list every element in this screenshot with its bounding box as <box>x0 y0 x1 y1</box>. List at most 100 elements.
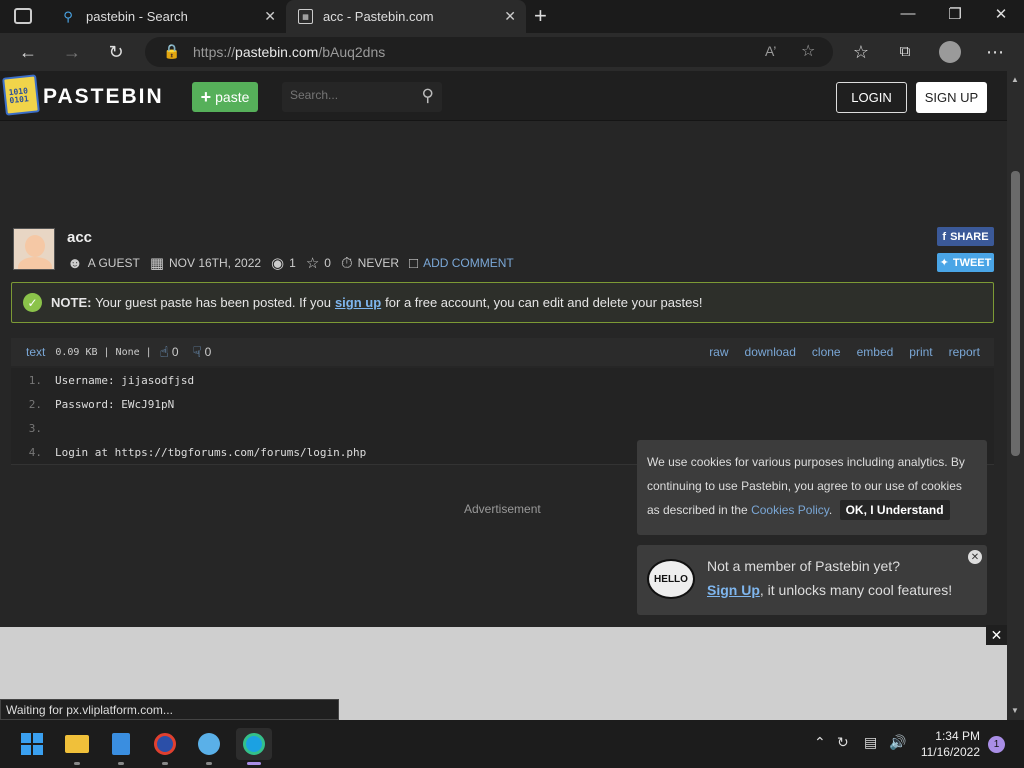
restore-icon[interactable]: ❐ <box>940 5 970 23</box>
cookie-accept-button[interactable]: OK, I Understand <box>839 500 950 520</box>
add-comment-link[interactable]: □ ADD COMMENT <box>409 255 514 272</box>
sync-error-icon[interactable]: ↻ <box>837 734 849 751</box>
like-count: 0 <box>171 345 179 359</box>
search-input[interactable] <box>290 88 410 102</box>
eye-icon: ◉ <box>271 255 285 272</box>
page-scrollbar[interactable]: ▲ ▼ <box>1007 71 1024 720</box>
url-field[interactable]: 🔒 https://pastebin.com/bAuq2dns A’ ☆ <box>145 37 833 67</box>
close-icon[interactable]: ✕ <box>504 8 516 25</box>
signup-button[interactable]: SIGN UP <box>916 82 987 113</box>
forward-icon[interactable]: → <box>59 40 85 64</box>
download-link[interactable]: download <box>745 345 796 359</box>
back-icon[interactable]: ← <box>15 40 41 64</box>
collections-icon[interactable]: ⧉ <box>892 40 918 64</box>
view-count-value: 1 <box>289 256 296 270</box>
code-actions: raw download clone embed print report <box>709 345 980 359</box>
new-tab-icon[interactable]: + <box>534 3 547 29</box>
weather-app-icon[interactable] <box>193 728 225 760</box>
clone-link[interactable]: clone <box>812 345 841 359</box>
notepad-icon[interactable] <box>105 728 137 760</box>
thumbs-up-icon: ☝ <box>159 344 169 361</box>
scroll-down-icon[interactable]: ▼ <box>1011 706 1019 715</box>
refresh-icon[interactable]: ↻ <box>103 40 129 64</box>
note-text: Your guest paste has been posted. If you <box>95 295 331 310</box>
running-indicator <box>118 762 124 765</box>
timer-icon: ⏱ <box>340 254 353 272</box>
hello-bubble-icon: HELLO <box>647 559 695 599</box>
show-hidden-icons-icon[interactable]: ⌃ <box>814 734 826 751</box>
twitter-tweet-button[interactable]: ✦ TWEET <box>937 253 994 272</box>
scroll-thumb[interactable] <box>1011 171 1020 456</box>
volume-icon[interactable]: 🔊 <box>889 734 906 751</box>
profile-avatar[interactable] <box>939 41 961 63</box>
like-button[interactable]: ☝ 0 <box>160 343 179 361</box>
cookie-consent-popup: We use cookies for various purposes incl… <box>637 440 987 535</box>
tab-pastebin-paste[interactable]: ▦ acc - Pastebin.com ✕ <box>286 0 526 33</box>
member-promo-tail: , it unlocks many cool features! <box>759 582 953 598</box>
notification-badge[interactable]: 1 <box>988 736 1005 753</box>
star-icon[interactable]: ☆ <box>306 254 319 272</box>
close-icon[interactable]: ✕ <box>968 550 982 564</box>
tab-actions-icon[interactable] <box>14 8 32 24</box>
tab-pastebin-search[interactable]: ⚲ pastebin - Search ✕ <box>48 0 286 33</box>
member-promo-popup: HELLO Not a member of Pastebin yet? Sign… <box>637 545 987 615</box>
cookies-policy-link[interactable]: Cookies Policy <box>751 503 829 517</box>
report-link[interactable]: report <box>949 345 980 359</box>
note-signup-link[interactable]: sign up <box>335 295 381 310</box>
cookie-text-dot: . <box>828 503 833 517</box>
clock-time: 1:34 PM <box>935 729 980 743</box>
line-number: 1. <box>28 373 42 387</box>
more-options-icon[interactable]: ⋯ <box>982 40 1008 64</box>
tab-title: pastebin - Search <box>86 9 188 24</box>
window-close-icon[interactable]: ✕ <box>986 5 1016 23</box>
close-icon[interactable]: ✕ <box>264 8 276 25</box>
lock-icon[interactable]: 🔒 <box>163 43 180 60</box>
site-brand[interactable]: PASTEBIN <box>43 85 164 109</box>
app-icon[interactable] <box>149 728 181 760</box>
new-paste-label: paste <box>215 89 250 105</box>
pastebin-logo[interactable]: 1010 0101 <box>2 74 40 116</box>
line-number: 3. <box>28 421 42 435</box>
tweet-label: TWEET <box>952 256 992 269</box>
post-date: ▦ NOV 16TH, 2022 <box>150 254 261 272</box>
dislike-button[interactable]: ☟ 0 <box>193 343 212 361</box>
edge-browser-icon[interactable] <box>236 728 272 760</box>
facebook-share-button[interactable]: f SHARE <box>937 227 994 246</box>
expiration-value: NEVER <box>357 256 400 270</box>
add-favorite-icon[interactable]: ☆ <box>801 41 815 61</box>
read-aloud-icon[interactable]: A’ <box>765 43 776 59</box>
twitter-icon: ✦ <box>939 257 949 269</box>
line-number: 2. <box>28 397 42 411</box>
member-promo-text: Sign Up, it unlocks many cool features! <box>707 582 952 598</box>
file-explorer-icon[interactable] <box>61 728 93 760</box>
new-paste-button[interactable]: + paste <box>192 82 258 112</box>
add-comment-label[interactable]: ADD COMMENT <box>423 256 514 270</box>
tab-title: acc - Pastebin.com <box>323 9 434 24</box>
login-button[interactable]: LOGIN <box>836 82 907 113</box>
embed-link[interactable]: embed <box>857 345 894 359</box>
search-box[interactable]: ⚲ <box>282 82 442 112</box>
search-icon[interactable]: ⚲ <box>422 86 434 106</box>
code-line: 1. Username: jijasodfjsd <box>11 368 994 392</box>
line-text: Username: jijasodfjsd <box>55 373 195 387</box>
note-text-end: for a free account, you can edit and del… <box>385 295 703 310</box>
scroll-up-icon[interactable]: ▲ <box>1011 75 1019 84</box>
code-line: 2. Password: EWcJ91pN <box>11 392 994 416</box>
calendar-icon: ▦ <box>149 255 164 272</box>
syntax-language-link[interactable]: text <box>26 345 45 359</box>
member-signup-link[interactable]: Sign Up <box>707 582 760 598</box>
start-windows-icon[interactable] <box>16 728 48 760</box>
url-path: /bAuq2dns <box>318 44 386 60</box>
raw-link[interactable]: raw <box>709 345 728 359</box>
site-header: 1010 0101 PASTEBIN +paste ⚲ LOGIN SIGN U… <box>0 71 1007 121</box>
print-link[interactable]: print <box>909 345 932 359</box>
close-icon[interactable]: ✕ <box>986 625 1007 645</box>
clock-date: 11/16/2022 <box>920 745 980 759</box>
system-clock[interactable]: 1:34 PM 11/16/2022 <box>910 728 980 760</box>
checkmark-icon: ✓ <box>23 293 42 312</box>
network-icon[interactable]: ▤ <box>864 734 877 751</box>
running-indicator <box>162 762 168 765</box>
minimize-icon[interactable]: — <box>893 5 923 22</box>
star-count: ☆ 0 <box>306 254 331 272</box>
favorites-icon[interactable]: ☆ <box>848 40 874 64</box>
